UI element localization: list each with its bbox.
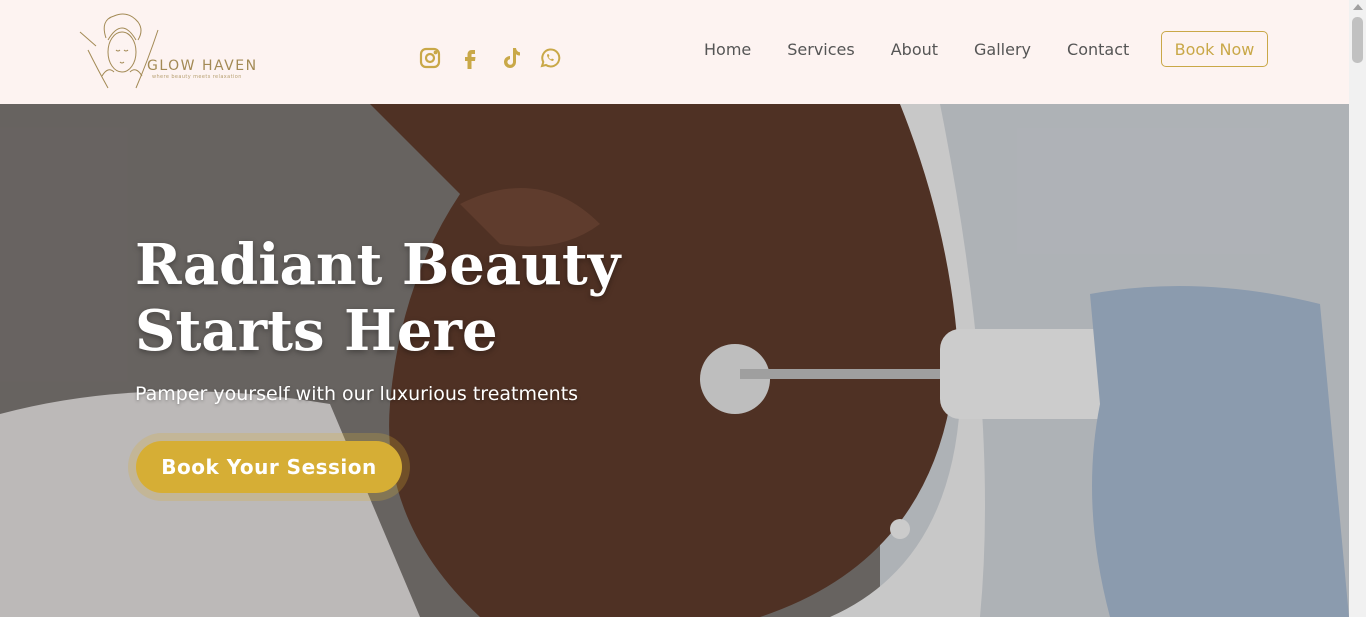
hero-title: Radiant Beauty Starts Here [135, 232, 621, 364]
scrollbar[interactable] [1349, 0, 1366, 617]
logo[interactable]: GLOW HAVEN where beauty meets relaxation [78, 10, 278, 92]
tiktok-icon[interactable] [497, 44, 523, 72]
scroll-up-arrow-icon[interactable] [1353, 4, 1363, 10]
main-nav: Home Services About Gallery Contact [704, 40, 1165, 59]
book-now-button[interactable]: Book Now [1161, 31, 1268, 67]
nav-gallery[interactable]: Gallery [974, 40, 1031, 59]
scrollbar-thumb[interactable] [1352, 17, 1363, 63]
whatsapp-icon[interactable] [537, 44, 563, 72]
instagram-icon[interactable] [417, 44, 443, 72]
facebook-icon[interactable] [457, 44, 483, 72]
hero-section: Radiant Beauty Starts Here Pamper yourse… [0, 104, 1349, 617]
nav-contact[interactable]: Contact [1067, 40, 1129, 59]
hero-subtitle: Pamper yourself with our luxurious treat… [135, 383, 579, 405]
nav-home[interactable]: Home [704, 40, 751, 59]
book-session-button[interactable]: Book Your Session [136, 441, 402, 493]
brand-tagline: where beauty meets relaxation [152, 74, 242, 80]
site-header: GLOW HAVEN where beauty meets relaxation [0, 0, 1349, 104]
social-links [417, 44, 563, 72]
nav-services[interactable]: Services [787, 40, 854, 59]
nav-about[interactable]: About [891, 40, 938, 59]
brand-name: GLOW HAVEN [147, 58, 258, 74]
